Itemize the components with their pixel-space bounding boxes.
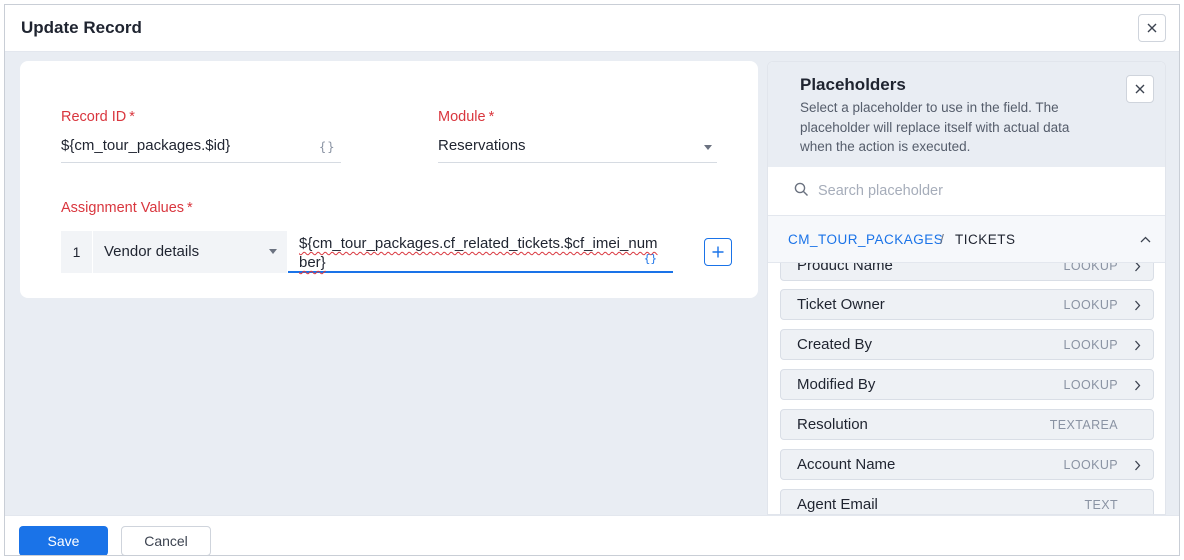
assignment-row: 1 Vendor details ${cm_tour_packages.cf_r… [61, 231, 689, 273]
item-type: LOOKUP [1063, 263, 1118, 273]
close-icon [1135, 84, 1145, 94]
list-item[interactable]: Ticket Owner LOOKUP [780, 289, 1154, 320]
placeholders-panel: Placeholders Select a placeholder to use… [767, 61, 1166, 515]
close-icon [1147, 23, 1157, 33]
breadcrumb-parent-link[interactable]: CM_TOUR_PACKAGES [788, 232, 943, 247]
placeholder-search[interactable]: Search placeholder [768, 167, 1165, 215]
item-type: TEXT [1084, 498, 1118, 512]
dialog-footer: Save Cancel [5, 515, 1179, 555]
item-name: Modified By [797, 376, 876, 393]
placeholders-header: Placeholders Select a placeholder to use… [768, 62, 1165, 167]
placeholders-title: Placeholders [800, 75, 906, 94]
placeholder-breadcrumb: CM_TOUR_PACKAGES / TICKETS [768, 215, 1165, 263]
breadcrumb-current: TICKETS [955, 232, 1016, 247]
item-type: LOOKUP [1063, 378, 1118, 392]
chevron-up-icon[interactable] [1140, 236, 1151, 243]
item-name: Agent Email [797, 496, 878, 513]
search-icon [794, 182, 808, 196]
item-type: LOOKUP [1063, 298, 1118, 312]
list-item[interactable]: Resolution TEXTAREA [780, 409, 1154, 440]
item-type: LOOKUP [1063, 338, 1118, 352]
chevron-right-icon [1135, 380, 1141, 391]
update-record-dialog: Update Record Record ID * ${cm_tour_packa… [4, 4, 1180, 556]
chevron-right-icon [1135, 340, 1141, 351]
list-item[interactable]: Account Name LOOKUP [780, 449, 1154, 480]
chevron-right-icon [1135, 300, 1141, 311]
item-name: Resolution [797, 416, 868, 433]
assignment-value-input[interactable]: ${cm_tour_packages.cf_related_tickets.$c… [288, 231, 673, 273]
placeholder-braces-icon[interactable]: {} [319, 140, 335, 154]
list-item[interactable]: Created By LOOKUP [780, 329, 1154, 360]
module-value: Reservations [438, 137, 526, 154]
dialog-body: Record ID * ${cm_tour_packages.$id} {} Mo… [5, 52, 1179, 515]
module-select[interactable]: Reservations [438, 131, 717, 163]
save-button[interactable]: Save [19, 526, 108, 555]
item-type: LOOKUP [1063, 458, 1118, 472]
item-type: TEXTAREA [1049, 418, 1118, 432]
assignment-field-value: Vendor details [104, 243, 200, 260]
assignment-value-text: ${cm_tour_packages.cf_related_tickets.$c… [299, 235, 658, 271]
placeholder-braces-icon[interactable]: {} [644, 249, 657, 268]
list-item[interactable]: Modified By LOOKUP [780, 369, 1154, 400]
item-name: Created By [797, 336, 873, 353]
breadcrumb-separator: / [940, 231, 944, 247]
chevron-down-icon [704, 145, 712, 150]
assignment-values-label: Assignment Values * [61, 200, 193, 216]
list-item[interactable]: Agent Email TEXT [780, 489, 1154, 514]
assignment-row-index: 1 [61, 231, 92, 273]
dialog-header: Update Record [5, 5, 1179, 52]
placeholders-description: Select a placeholder to use in the field… [800, 100, 1070, 154]
cancel-button[interactable]: Cancel [121, 526, 211, 555]
item-name: Account Name [797, 456, 896, 473]
module-label: Module * [438, 109, 495, 125]
chevron-right-icon [1135, 460, 1141, 471]
form-card: Record ID * ${cm_tour_packages.$id} {} Mo… [20, 61, 758, 298]
search-input[interactable]: Search placeholder [818, 183, 943, 199]
item-name: Ticket Owner [797, 296, 885, 313]
record-id-label: Record ID * [61, 109, 135, 125]
record-id-value: ${cm_tour_packages.$id} [61, 137, 231, 154]
placeholders-close-button[interactable] [1126, 75, 1154, 103]
item-name: Product Name [797, 263, 893, 274]
chevron-down-icon [269, 249, 277, 254]
assignment-field-select[interactable]: Vendor details [93, 231, 287, 273]
add-assignment-button[interactable] [704, 238, 732, 266]
plus-icon [712, 246, 724, 258]
chevron-right-icon [1135, 263, 1141, 272]
record-id-field[interactable]: ${cm_tour_packages.$id} {} [61, 131, 341, 163]
dialog-title: Update Record [21, 18, 142, 37]
dialog-close-button[interactable] [1138, 14, 1166, 42]
list-item[interactable]: Product Name LOOKUP [780, 263, 1154, 281]
placeholder-list: Product Name LOOKUP Ticket Owner LOOKUP … [768, 263, 1165, 514]
